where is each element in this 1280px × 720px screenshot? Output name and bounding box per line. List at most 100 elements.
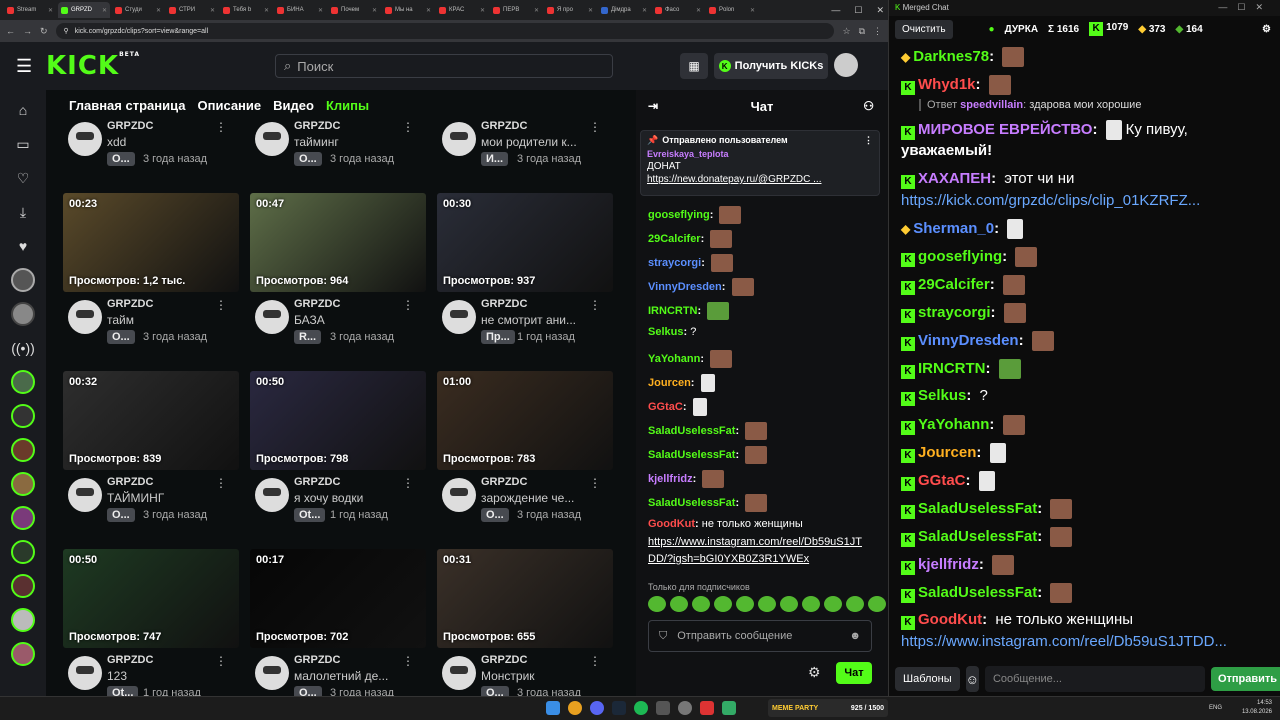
- more-options-icon[interactable]: ⋮: [589, 298, 601, 312]
- chat-username[interactable]: 29Calcifer: [918, 276, 990, 293]
- category-badge[interactable]: О...: [107, 508, 135, 522]
- chat-username[interactable]: YaYohann: [648, 353, 700, 365]
- live-channel-avatar[interactable]: [11, 404, 35, 428]
- browser-tab[interactable]: Студи ✕: [112, 2, 164, 18]
- browser-tab[interactable]: Мы на ✕: [382, 2, 434, 18]
- kick-logo[interactable]: KICKBETA: [46, 51, 140, 81]
- chat-username[interactable]: ХАХАПЕН: [918, 170, 991, 187]
- chat-username[interactable]: straycorgi: [648, 257, 701, 269]
- category-badge[interactable]: О...: [481, 686, 509, 696]
- clip-thumbnail[interactable]: 00:32 Просмотров: 839: [63, 371, 239, 470]
- chat-username[interactable]: 29Calcifer: [648, 233, 701, 245]
- clip-card[interactable]: GRPZDC мои родители к... И... 3 года назад ⋮: [437, 114, 613, 174]
- pinned-user[interactable]: Evreiskaya_teplota: [647, 149, 873, 159]
- channel-avatar[interactable]: [68, 300, 102, 334]
- templates-button[interactable]: Шаблоны: [895, 667, 960, 691]
- clip-thumbnail[interactable]: 00:23 Просмотров: 1,2 тыс.: [63, 193, 239, 292]
- chat-username[interactable]: SaladUselessFat: [648, 425, 735, 437]
- clip-card[interactable]: GRPZDC тайминг О... 3 года назад ⋮: [250, 114, 426, 174]
- category-badge[interactable]: Пр...: [481, 330, 515, 344]
- browser-tab[interactable]: Stream ✕: [4, 2, 56, 18]
- clip-title[interactable]: БАЗА: [294, 313, 325, 327]
- chat-username[interactable]: Darknes78: [913, 48, 989, 65]
- clip-card[interactable]: 00:47 Просмотров: 964 GRPZDC БАЗА R... 3 года…: [250, 193, 426, 352]
- clip-title[interactable]: Монстрик: [481, 669, 535, 683]
- tab-close-icon[interactable]: ✕: [318, 7, 323, 14]
- chat-username[interactable]: IRNCRTN: [648, 305, 698, 317]
- category-badge[interactable]: R...: [294, 330, 322, 344]
- live-channel-avatar[interactable]: [11, 642, 35, 666]
- channel-avatar[interactable]: [68, 122, 102, 156]
- clip-thumbnail[interactable]: 00:31 Просмотров: 655: [437, 549, 613, 648]
- message-input[interactable]: Сообщение...: [984, 666, 1205, 692]
- clip-title[interactable]: мои родители к...: [481, 135, 577, 149]
- chat-username[interactable]: VinnyDresden: [648, 281, 722, 293]
- get-kicks-button[interactable]: K Получить KICKs: [714, 53, 828, 79]
- clip-thumbnail[interactable]: 00:50 Просмотров: 798: [250, 371, 426, 470]
- channel-name[interactable]: GRPZDC: [294, 120, 340, 132]
- live-channel-avatar[interactable]: [11, 438, 35, 462]
- more-options-icon[interactable]: ⋮: [402, 120, 414, 134]
- browser-tab[interactable]: БИНА ✕: [274, 2, 326, 18]
- nav-tab[interactable]: Главная страница: [69, 98, 185, 113]
- clip-card[interactable]: 00:30 Просмотров: 937 GRPZDC не смотрит ани…: [437, 193, 613, 352]
- home-icon[interactable]: ⌂: [11, 98, 35, 122]
- clip-thumbnail[interactable]: 00:50 Просмотров: 747: [63, 549, 239, 648]
- clip-thumbnail[interactable]: 00:17 Просмотров: 702: [250, 549, 426, 648]
- browser-tab[interactable]: Дiмдра ✕: [598, 2, 650, 18]
- tab-close-icon[interactable]: ✕: [264, 7, 269, 14]
- clip-link[interactable]: https://kick.com/grpzdc/clips/clip_01KZR…: [901, 192, 1200, 209]
- clear-button[interactable]: Очистить: [895, 19, 953, 39]
- chat-username[interactable]: kjellfridz: [918, 556, 979, 573]
- emote-icon[interactable]: [648, 596, 666, 612]
- emote-icon[interactable]: [692, 596, 710, 612]
- live-channel-avatar[interactable]: [11, 540, 35, 564]
- chat-link[interactable]: https://www.instagram.com/reel/Db59uS1JT: [648, 536, 862, 548]
- clip-card[interactable]: 00:32 Просмотров: 839 GRPZDC ТАЙМИНГ О... 3 г…: [63, 371, 239, 530]
- channel-name[interactable]: GRPZDC: [107, 476, 153, 488]
- settings-gear-icon[interactable]: ⚙: [1262, 24, 1271, 35]
- pinned-link[interactable]: https://new.donatepay.ru/@GRPZDC ...: [647, 174, 873, 185]
- window-buttons[interactable]: —☐✕: [1218, 2, 1273, 13]
- reload-icon[interactable]: ↻: [40, 26, 48, 37]
- live-channel-avatar[interactable]: [11, 506, 35, 530]
- chat-username[interactable]: GGtaC: [918, 472, 966, 489]
- chat-username[interactable]: SaladUselessFat: [918, 528, 1037, 545]
- menu-dots-icon[interactable]: ⋮: [873, 26, 882, 37]
- chat-username[interactable]: VinnyDresden: [918, 332, 1019, 349]
- clip-card[interactable]: 00:17 Просмотров: 702 GRPZDC малолетний де.…: [250, 549, 426, 696]
- chat-username[interactable]: Jourcen: [918, 444, 976, 461]
- chat-username[interactable]: Selkus: [648, 326, 683, 338]
- close-icon[interactable]: ✕: [876, 5, 884, 16]
- clip-title[interactable]: тайминг: [294, 135, 339, 149]
- channel-name[interactable]: GRPZDC: [294, 298, 340, 310]
- channel-name[interactable]: GRPZDC: [107, 654, 153, 666]
- emote-icon[interactable]: [868, 596, 886, 612]
- tab-close-icon[interactable]: ✕: [750, 7, 755, 14]
- channel-avatar[interactable]: [442, 478, 476, 512]
- extensions-icon[interactable]: ⧉: [859, 26, 865, 37]
- nav-tab[interactable]: Видео: [273, 98, 314, 113]
- channel-avatar[interactable]: [68, 478, 102, 512]
- tab-close-icon[interactable]: ✕: [102, 7, 107, 14]
- nav-tab[interactable]: Описание: [197, 98, 261, 113]
- category-badge[interactable]: О...: [481, 508, 509, 522]
- chat-settings-gear-icon[interactable]: ⚙: [808, 664, 821, 681]
- emote-icon[interactable]: [780, 596, 798, 612]
- more-options-icon[interactable]: ⋮: [589, 476, 601, 490]
- tab-close-icon[interactable]: ✕: [480, 7, 485, 14]
- start-icon[interactable]: [546, 701, 560, 715]
- channel-name[interactable]: GRPZDC: [481, 476, 527, 488]
- channel-name[interactable]: GRPZDC: [481, 298, 527, 310]
- emote-icon[interactable]: [846, 596, 864, 612]
- url-input[interactable]: ⚲ kick.com/grpzdc/clips?sort=view&range=a…: [55, 23, 835, 39]
- clip-card[interactable]: 00:50 Просмотров: 747 GRPZDC 123 Ot... 1 год …: [63, 549, 239, 696]
- chat-link-cont[interactable]: DD/?igsh=bGI0YXB0Z3R1YWEx: [648, 553, 809, 565]
- clip-card[interactable]: 00:50 Просмотров: 798 GRPZDC я хочу водки Ot…: [250, 371, 426, 530]
- send-chat-button[interactable]: Чат: [836, 662, 872, 684]
- emoji-icon[interactable]: ☺: [965, 666, 979, 692]
- chat-username[interactable]: GGtaC: [648, 401, 683, 413]
- tab-close-icon[interactable]: ✕: [210, 7, 215, 14]
- clip-card[interactable]: 01:00 Просмотров: 783 GRPZDC зарождение че.…: [437, 371, 613, 530]
- more-options-icon[interactable]: ⋮: [402, 476, 414, 490]
